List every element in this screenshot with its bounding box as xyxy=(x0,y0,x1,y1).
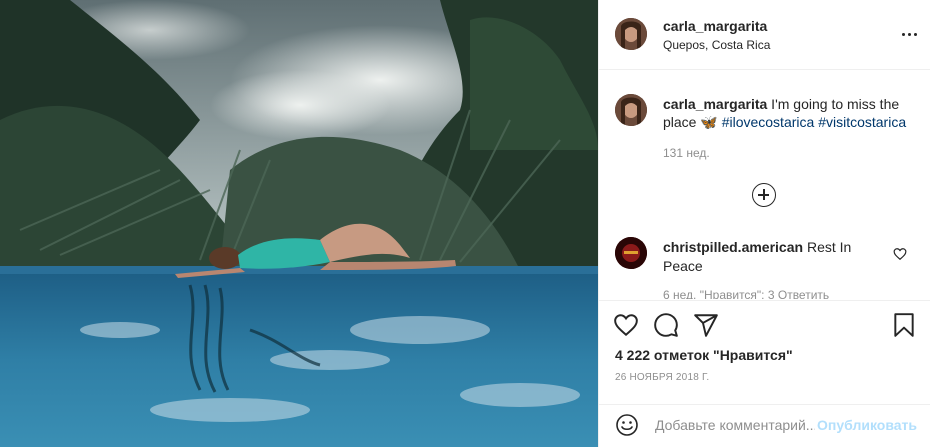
avatar-image xyxy=(615,94,647,126)
caption-timestamp[interactable]: 131 нед. xyxy=(663,146,710,160)
caption-username[interactable]: carla_margarita xyxy=(663,96,767,112)
publish-button[interactable]: Опубликовать xyxy=(817,417,917,433)
post-caption: carla_margarita I'm going to miss the pl… xyxy=(663,95,915,131)
comment-like-heart-icon[interactable] xyxy=(893,247,907,261)
heart-icon xyxy=(614,314,638,337)
heart-icon xyxy=(893,248,907,261)
photo-pool-woman-image xyxy=(0,0,598,447)
comment-body: christpilled.american Rest In Peace xyxy=(663,238,883,276)
avatar-image xyxy=(615,237,647,269)
emoji-button[interactable] xyxy=(615,413,639,437)
author-avatar[interactable] xyxy=(615,18,647,50)
add-comment-input[interactable] xyxy=(655,411,815,439)
comment-icon xyxy=(654,313,678,337)
comments-list[interactable]: carla_margarita I'm going to miss the pl… xyxy=(599,71,930,299)
comment-username[interactable]: christpilled.american xyxy=(663,239,803,255)
load-more-icon[interactable] xyxy=(752,183,776,207)
post-photo[interactable] xyxy=(0,0,598,447)
bookmark-icon xyxy=(894,313,914,337)
hashtag-link[interactable]: #visitcostarica xyxy=(818,114,906,130)
post-side-panel: carla_margarita Quepos, Costa Rica carla… xyxy=(598,0,930,447)
post-actions: 4 222 отметок "Нравится" 26 НОЯБРЯ 2018 … xyxy=(599,300,930,405)
more-icon[interactable] xyxy=(899,24,919,44)
share-button[interactable] xyxy=(693,312,719,338)
comment-button[interactable] xyxy=(653,312,679,338)
post-date[interactable]: 26 НОЯБРЯ 2018 Г. xyxy=(615,372,709,383)
commenter-avatar[interactable] xyxy=(615,237,647,269)
emoji-icon xyxy=(616,414,638,436)
post-modal: carla_margarita Quepos, Costa Rica carla… xyxy=(0,0,930,447)
author-username[interactable]: carla_margarita xyxy=(663,18,767,34)
save-button[interactable] xyxy=(891,312,917,338)
post-location[interactable]: Quepos, Costa Rica xyxy=(663,38,770,52)
avatar-image xyxy=(615,18,647,50)
like-button[interactable] xyxy=(613,312,639,338)
comment-meta: 6 нед. "Нравится": 3 Ответить xyxy=(663,288,830,299)
hashtag-link[interactable]: #ilovecostarica xyxy=(722,114,815,130)
post-header: carla_margarita Quepos, Costa Rica xyxy=(599,0,930,70)
likes-count[interactable]: 4 222 отметок "Нравится" xyxy=(615,347,793,363)
caption-avatar[interactable] xyxy=(615,94,647,126)
share-icon xyxy=(694,314,718,337)
add-comment-bar: Опубликовать xyxy=(599,404,930,447)
